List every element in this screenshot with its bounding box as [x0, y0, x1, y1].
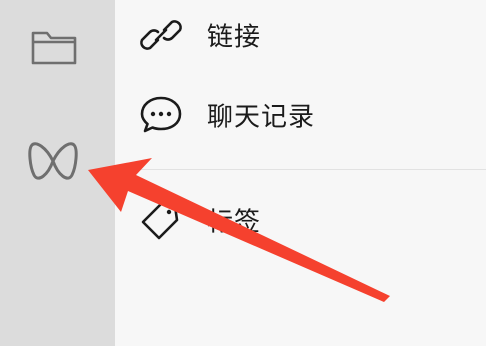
- tag-icon: [139, 198, 183, 242]
- sidebar: [0, 0, 115, 346]
- mini-program-icon[interactable]: [26, 137, 80, 185]
- menu-item-label: 链接: [207, 22, 262, 53]
- link-icon: [139, 13, 183, 57]
- folder-icon[interactable]: [29, 27, 79, 67]
- divider: [115, 169, 486, 170]
- chat-bubble-icon: [139, 93, 183, 137]
- menu-item-label: 聊天记录: [207, 102, 316, 133]
- menu-item-tag[interactable]: 标签: [115, 185, 486, 255]
- menu-item-label: 标签: [207, 207, 262, 238]
- menu-panel: 链接 聊天记录 标签: [115, 0, 486, 346]
- menu-item-link[interactable]: 链接: [115, 0, 486, 70]
- menu-item-chat-history[interactable]: 聊天记录: [115, 80, 486, 150]
